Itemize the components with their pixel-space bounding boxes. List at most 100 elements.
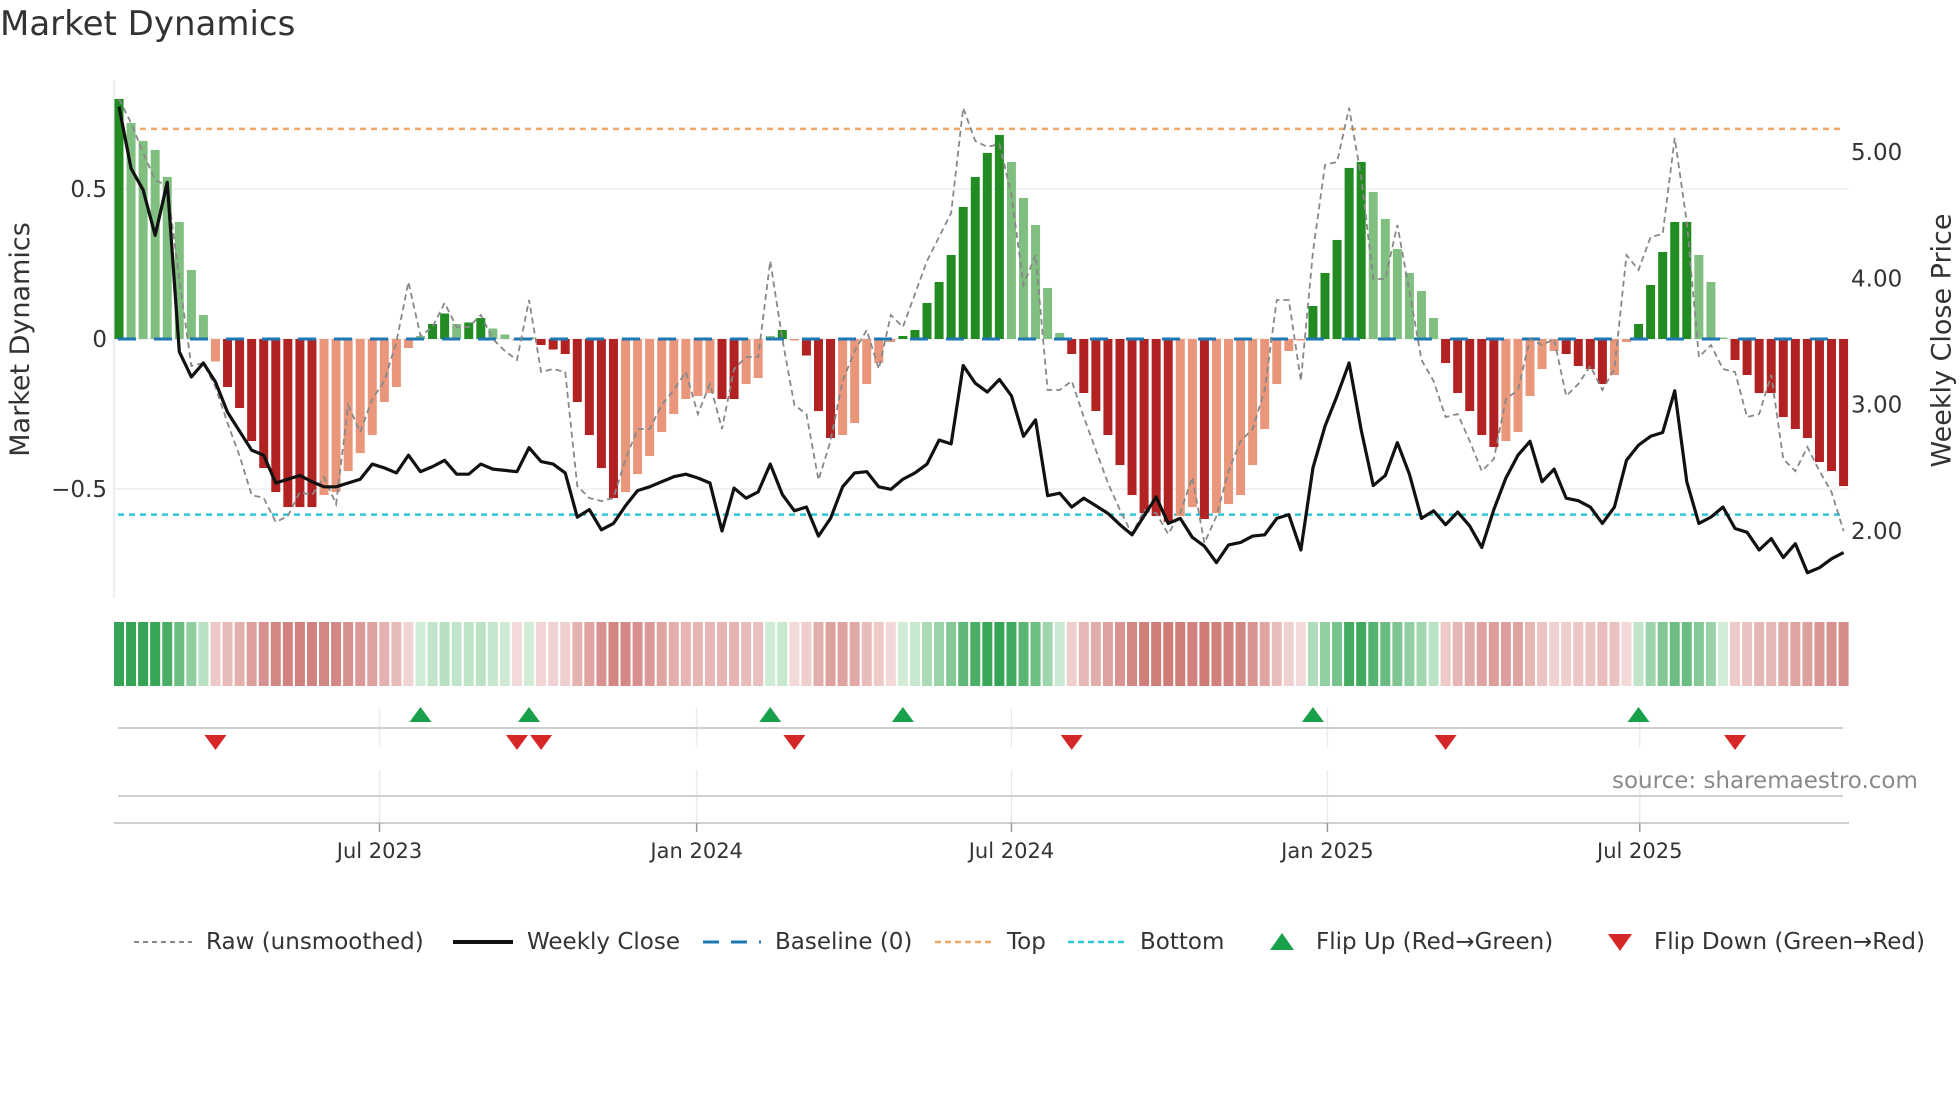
histogram-bar [838,339,848,436]
histogram-bar [114,98,124,339]
heat-strip-cell [1585,622,1596,686]
heat-strip-cell [475,622,486,686]
heat-strip-cell [150,622,161,686]
y-tick-label-left: 0.5 [70,177,107,203]
dotted-line-icon [1068,940,1126,944]
heat-strip-cell [1151,622,1162,686]
heat-strip-cell [644,622,655,686]
heat-strip-cell [198,622,209,686]
heat-strip-cell [1416,622,1427,686]
histogram-bar [681,339,691,400]
triangle-up-icon [1270,933,1294,950]
heat-strip-cell [1561,622,1572,686]
heat-strip-cell [1283,622,1294,686]
histogram-bar [1706,281,1716,339]
heat-strip-cell [1030,622,1041,686]
heat-strip-cell [379,622,390,686]
histogram-bar [379,339,389,403]
heat-strip-cell [1669,622,1680,686]
heat-strip-cell [1139,622,1150,686]
triangle-down-icon [1608,934,1632,951]
histogram-bar [1296,339,1306,341]
x-tick-label: Jan 2024 [648,839,743,863]
heat-strip-cell [463,622,474,686]
histogram-bar [1320,272,1330,339]
heat-strip-cell [282,622,293,686]
histogram-bar [223,339,233,388]
histogram-bar [1670,221,1680,339]
heat-strip-cell [1356,622,1367,686]
histogram-bar [1368,191,1378,339]
heat-strip-cell [1066,622,1077,686]
histogram-bar [210,339,220,362]
histogram-bar [1260,339,1270,430]
histogram-bar [1067,339,1077,355]
histogram-bar [331,339,341,493]
heat-strip-cell [1476,622,1487,686]
heat-strip-cell [1428,622,1439,686]
legend-label-flip-down: Flip Down (Green→Red) [1654,929,1925,955]
histogram-bar [1754,339,1764,394]
heat-strip-cell [909,622,920,686]
heat-strip-cell [885,622,896,686]
histogram-bar [1658,251,1668,339]
heat-strip-cell [897,622,908,686]
heat-strip-cell [222,622,233,686]
heat-strip-cell [970,622,981,686]
legend-label-baseline: Baseline (0) [775,929,913,955]
heat-strip-cell [1717,622,1728,686]
flip-up-marker [518,707,541,722]
flip-down-marker [204,735,227,750]
histogram-bar [1441,339,1451,364]
dashed-line-icon [703,940,761,944]
histogram-bar [1465,339,1475,412]
heat-strip-cell [234,622,245,686]
heat-strip-cell [1742,622,1753,686]
source-credit: source: sharemaestro.com [1612,768,1918,794]
legend-item-top: Top [935,922,1046,962]
histogram-bar [801,339,811,356]
histogram-bar [536,339,546,346]
heat-strip-cell [692,622,703,686]
histogram-bar [150,149,160,339]
heat-strip-cell [1633,622,1644,686]
heat-strip-cell [1790,622,1801,686]
histogram-bar [572,339,582,403]
heat-strip-cell [1380,622,1391,686]
flip-down-marker [1724,735,1747,750]
heat-strip-cell [1295,622,1306,686]
heat-strip-cell [717,622,727,686]
histogram-bar [560,339,570,355]
histogram-bar [994,134,1004,339]
histogram-bar [1019,197,1028,339]
legend-item-flip-up: Flip Up (Red→Green) [1262,922,1553,962]
heat-strip-cell [499,622,510,686]
histogram-bar [1344,167,1354,339]
histogram-bar [922,302,932,339]
heat-strip-cell [825,622,836,686]
heat-strip-cell [873,622,884,686]
histogram-bar [500,334,510,339]
heat-strip-cell [1440,622,1451,686]
legend-label-flip-up: Flip Up (Red→Green) [1316,929,1554,955]
histogram-bar [741,339,751,385]
heat-strip-cell [620,622,631,686]
histogram-bar [958,206,968,339]
dotted-line-icon [935,940,993,944]
heat-strip-cell [403,622,414,686]
histogram-bar [1525,339,1535,397]
histogram-bar [1814,339,1824,463]
histogram-bar [259,339,269,469]
heat-strip-cell [1464,622,1475,686]
histogram-bar [198,314,208,339]
histogram-bar [1139,339,1149,514]
histogram-bar [1236,339,1246,496]
heat-strip-cell [487,622,498,686]
heat-strip-cell [391,622,402,686]
histogram-bar [186,269,196,339]
histogram-bar [596,339,606,469]
heat-strip-cell [1090,622,1101,686]
histogram-bar [862,339,872,385]
heat-strip-cell [1163,622,1174,686]
histogram-bar [1272,339,1282,385]
